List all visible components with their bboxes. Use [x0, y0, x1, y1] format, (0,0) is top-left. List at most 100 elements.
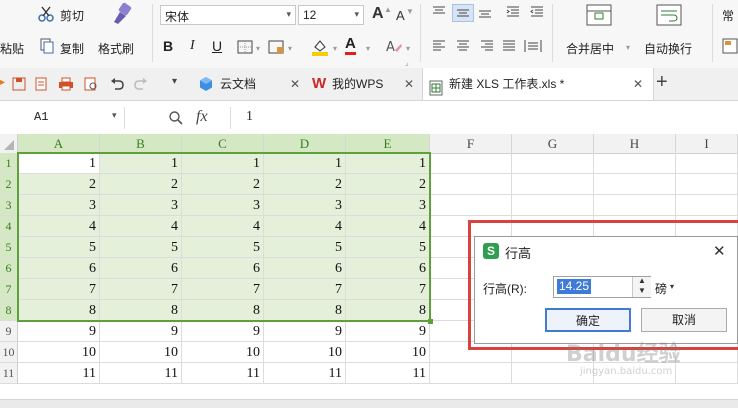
wrap-text-icon[interactable]: [656, 4, 682, 26]
customize-toolbar-icon[interactable]: ▾: [172, 76, 177, 87]
font-shrink-button[interactable]: A: [396, 8, 405, 23]
align-right-icon[interactable]: [480, 40, 494, 52]
grid-cell[interactable]: 10: [18, 342, 100, 363]
grid-cell[interactable]: 11: [182, 363, 264, 384]
indent-icon[interactable]: [506, 6, 520, 18]
grid-cell[interactable]: 3: [264, 195, 346, 216]
grid-cell[interactable]: [430, 174, 512, 195]
grid-cell[interactable]: [676, 363, 738, 384]
chevron-down-icon[interactable]: ▾: [112, 110, 117, 121]
align-middle-icon[interactable]: [452, 4, 474, 22]
row-header[interactable]: 8: [0, 300, 18, 321]
grid-cell[interactable]: [594, 195, 676, 216]
save-icon[interactable]: [12, 77, 26, 91]
grid-cell[interactable]: 6: [182, 258, 264, 279]
grid-cell[interactable]: 6: [346, 258, 430, 279]
grid-cell[interactable]: [430, 153, 512, 174]
grid-cell[interactable]: [512, 153, 594, 174]
row-header[interactable]: 9: [0, 321, 18, 342]
align-top-icon[interactable]: [432, 6, 446, 18]
print-icon[interactable]: [58, 77, 74, 91]
align-bottom-icon[interactable]: [478, 6, 492, 18]
grid-cell[interactable]: [430, 195, 512, 216]
grid-cell[interactable]: 8: [18, 300, 100, 321]
grid-cell[interactable]: 9: [182, 321, 264, 342]
column-header-d[interactable]: D: [264, 134, 346, 153]
export-pdf-icon[interactable]: [34, 77, 48, 91]
column-header-f[interactable]: F: [430, 134, 512, 153]
grid-cell[interactable]: 1: [264, 153, 346, 174]
tab-cloud-docs[interactable]: 云文档 ✕: [196, 68, 306, 100]
chevron-down-icon[interactable]: ▾: [333, 44, 337, 53]
row-header[interactable]: 11: [0, 363, 18, 384]
ok-button[interactable]: 确定: [545, 308, 631, 332]
format-painter-button[interactable]: 格式刷: [98, 40, 134, 57]
copy-button[interactable]: 复制: [60, 40, 84, 57]
grid-cell[interactable]: 10: [346, 342, 430, 363]
grid-cell[interactable]: 7: [182, 279, 264, 300]
undo-icon[interactable]: [110, 77, 124, 91]
grid-cell[interactable]: 3: [18, 195, 100, 216]
grid-cell[interactable]: 2: [18, 174, 100, 195]
outdent-icon[interactable]: [530, 6, 544, 18]
grid-cell[interactable]: 8: [182, 300, 264, 321]
scissors-icon[interactable]: [38, 6, 54, 22]
grid-cell[interactable]: 2: [100, 174, 182, 195]
grid-cell[interactable]: 2: [346, 174, 430, 195]
grid-cell[interactable]: 7: [346, 279, 430, 300]
row-header[interactable]: 1: [0, 153, 18, 174]
grid-cell[interactable]: 5: [346, 237, 430, 258]
fill-handle[interactable]: [428, 319, 433, 324]
chevron-down-icon[interactable]: ▾: [288, 44, 292, 53]
grid-cell[interactable]: 2: [264, 174, 346, 195]
grid-cell[interactable]: 5: [182, 237, 264, 258]
number-format-label[interactable]: 常: [722, 7, 734, 24]
grid-cell[interactable]: 5: [18, 237, 100, 258]
cell-fill-icon[interactable]: [268, 40, 284, 54]
zoom-search-icon[interactable]: [168, 110, 184, 126]
column-header-h[interactable]: H: [594, 134, 676, 153]
grid-cell[interactable]: 11: [100, 363, 182, 384]
grid-cell[interactable]: [676, 195, 738, 216]
column-header-b[interactable]: B: [100, 134, 182, 153]
grid-cell[interactable]: 10: [264, 342, 346, 363]
grid-cell[interactable]: 9: [346, 321, 430, 342]
column-header-c[interactable]: C: [182, 134, 264, 153]
grid-cell[interactable]: 4: [346, 216, 430, 237]
row-header[interactable]: 3: [0, 195, 18, 216]
font-color-button[interactable]: A: [345, 36, 356, 55]
grid-cell[interactable]: 11: [18, 363, 100, 384]
italic-button[interactable]: I: [190, 38, 195, 54]
grid-cell[interactable]: 11: [346, 363, 430, 384]
font-grow-button[interactable]: A: [372, 5, 384, 23]
chevron-down-icon[interactable]: ▾: [670, 282, 674, 291]
grid-cell[interactable]: 10: [182, 342, 264, 363]
grid-cell[interactable]: 1: [100, 153, 182, 174]
conditional-format-icon[interactable]: [722, 38, 738, 54]
borders-icon[interactable]: [237, 40, 253, 54]
spin-up-icon[interactable]: ▲: [638, 276, 646, 285]
grid-cell[interactable]: 5: [264, 237, 346, 258]
grid-cell[interactable]: [430, 363, 512, 384]
grid-cell[interactable]: 4: [264, 216, 346, 237]
grid-cell[interactable]: 8: [100, 300, 182, 321]
font-size-select[interactable]: 12 ▾: [298, 5, 364, 25]
grid-cell[interactable]: 3: [346, 195, 430, 216]
tab-workbook[interactable]: 新建 XLS 工作表.xls * ✕: [422, 68, 654, 100]
tab-my-wps[interactable]: W 我的WPS ✕: [310, 68, 420, 100]
font-dialog-launcher-icon[interactable]: ⌟: [405, 58, 409, 67]
close-icon[interactable]: ✕: [633, 68, 643, 100]
column-header-i[interactable]: I: [676, 134, 738, 153]
redo-icon[interactable]: [134, 77, 148, 91]
wrap-text-button[interactable]: 自动换行: [644, 40, 692, 57]
paste-button[interactable]: 粘贴: [0, 40, 24, 57]
merge-center-button[interactable]: 合并居中: [566, 40, 614, 57]
new-tab-plus-icon[interactable]: +: [656, 71, 668, 94]
font-name-select[interactable]: 宋体 ▾: [160, 5, 296, 25]
grid-cell[interactable]: 7: [18, 279, 100, 300]
select-all-corner[interactable]: [0, 134, 18, 153]
close-icon[interactable]: ✕: [713, 242, 726, 260]
justify-icon[interactable]: [502, 40, 516, 52]
fill-color-icon[interactable]: [311, 38, 329, 56]
grid-cell[interactable]: 9: [100, 321, 182, 342]
